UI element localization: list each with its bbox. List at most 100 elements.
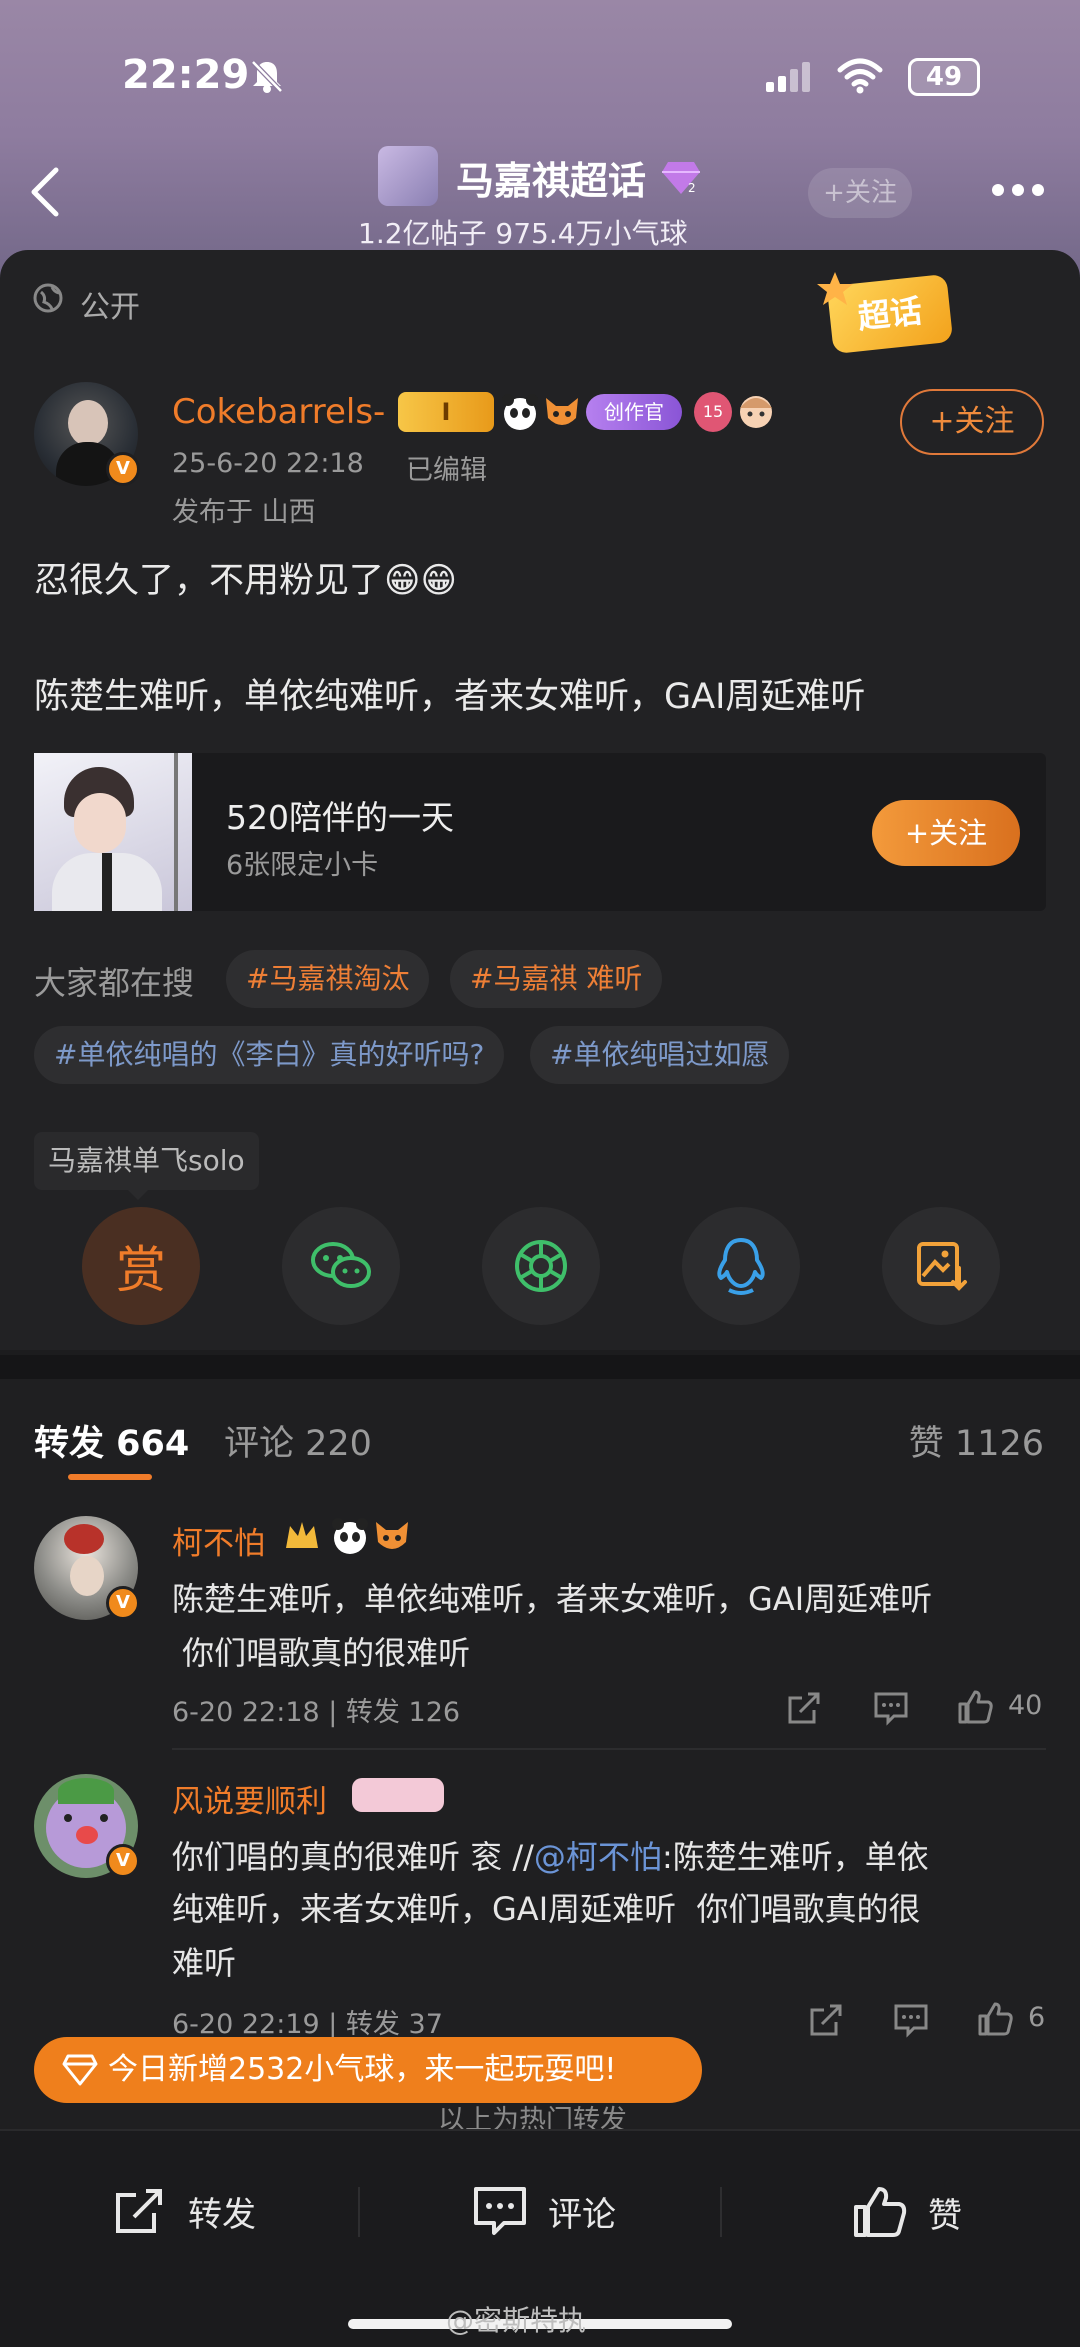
comment-separator [172, 1748, 1046, 1750]
bottom-comment-label: 评论 [548, 2194, 616, 2235]
repost-icon [116, 2189, 162, 2233]
comment-like-count: 6 [1028, 2002, 1046, 2033]
panda-icon [332, 1518, 368, 1554]
reward-button[interactable]: 赏 [82, 1207, 200, 1325]
bottom-repost-button[interactable]: 转发 [112, 2185, 256, 2237]
tab-comment[interactable]: 评论 220 [224, 1415, 372, 1466]
fox-icon [546, 398, 578, 425]
comment-meta: 6-20 22:19 | 转发 37 [172, 2009, 443, 2040]
bar-divider [720, 2187, 722, 2237]
supertopic-avatar [378, 146, 438, 206]
bottom-repost-label: 转发 [188, 2194, 256, 2235]
repost-icon[interactable] [786, 1690, 822, 1726]
status-time: 22:29 [122, 52, 250, 98]
verified-badge: V [106, 452, 140, 486]
section-divider [0, 1355, 1080, 1379]
topic-label[interactable]: 马嘉祺单飞solo [34, 1132, 259, 1190]
bottom-action-bar: 转发 评论 赞 @密斯特执 [0, 2129, 1080, 2347]
gem-icon: 2 [662, 162, 700, 195]
like-thumb-icon [854, 2187, 907, 2237]
comment-text: :陈楚生难听，单依 [661, 1838, 929, 1876]
diamond-icon [62, 2054, 98, 2086]
post-location: 发布于 山西 [172, 497, 316, 528]
promo-follow-button[interactable]: +关注 [872, 800, 1020, 866]
back-chevron-icon[interactable] [26, 164, 62, 220]
rank-badge: 15 [694, 392, 732, 432]
tab-bar: 转发 664 评论 220 赞 1126 [0, 1379, 1080, 1489]
like-thumb-icon[interactable] [956, 1688, 994, 1726]
wifi-icon [837, 58, 883, 94]
qq-penguin-icon [717, 1238, 765, 1295]
post-text-line-1: 忍很久了，不用粉见了😁😁 [34, 561, 457, 601]
comment-text-line-1: 你们唱的真的很难听 衮 //@柯不怕:陈楚生难听，单依 [172, 1832, 929, 1878]
moments-share-button[interactable] [482, 1207, 600, 1325]
svg-text:2: 2 [688, 181, 696, 195]
balloon-toast[interactable]: 今日新增2532小气球，来一起玩耍吧! [34, 2037, 702, 2103]
reward-label: 赏 [116, 1241, 166, 1299]
comment-text: 你们唱的真的很难听 衮 // [172, 1838, 534, 1876]
commenter-username[interactable]: 柯不怕 [172, 1518, 265, 1563]
save-image-button[interactable] [882, 1207, 1000, 1325]
globe-icon [33, 283, 63, 313]
hot-search-tag[interactable]: #马嘉祺淘汰 [226, 950, 430, 1008]
header-stats: 1.2亿帖子 975.4万小气球 [358, 217, 688, 250]
verified-badge: V [106, 1844, 140, 1878]
comment-text-line-2: 你们唱歌真的很难听 [172, 1634, 471, 1672]
author-follow-button[interactable]: +关注 [900, 389, 1044, 455]
tab-active-indicator [68, 1474, 152, 1480]
repost-icon[interactable] [808, 2002, 844, 2038]
comment-icon[interactable] [892, 2002, 930, 2038]
header-title: 马嘉祺超话 [456, 159, 647, 203]
tab-repost[interactable]: 转发 664 [34, 1415, 189, 1466]
creator-badge: 创作官 [586, 394, 682, 430]
header-follow-button[interactable]: +关注 [808, 168, 912, 218]
cartoon-face-icon [740, 396, 772, 428]
verified-badge: V [106, 1586, 140, 1620]
moments-aperture-icon [515, 1240, 567, 1292]
hot-search-tag[interactable]: #马嘉祺 难听 [450, 950, 663, 1008]
cellular-signal-icon [766, 62, 810, 92]
comment-icon[interactable] [872, 1690, 910, 1726]
user-mention-link[interactable]: @柯不怕 [534, 1838, 662, 1876]
hot-search-label: 大家都在搜 [34, 964, 195, 1002]
bottom-like-label: 赞 [928, 2195, 962, 2236]
bottom-comment-button[interactable]: 评论 [472, 2185, 616, 2237]
save-image-icon [917, 1242, 967, 1291]
qq-share-button[interactable] [682, 1207, 800, 1325]
comment-like-count: 40 [1008, 1690, 1043, 1721]
wechat-share-button[interactable] [282, 1207, 400, 1325]
hot-search-tag[interactable]: #单依纯唱的《李白》真的好听吗? [34, 1026, 505, 1084]
promo-thumbnail [34, 753, 192, 911]
visibility-label: 公开 [80, 290, 140, 325]
star-icon [817, 272, 853, 305]
post-text-line-2: 陈楚生难听，单依纯难听，者来女难听，GAI周延难听 [34, 677, 866, 717]
comment-meta: 6-20 22:18 | 转发 126 [172, 1697, 461, 1728]
level-badge: I [398, 392, 494, 432]
member-badge [352, 1778, 444, 1812]
comment-text-line-3: 难听 [172, 1944, 237, 1982]
comment-text-line-2: 纯难听，来者女难听，GAI周延难听 你们唱歌真的很 [172, 1890, 921, 1928]
promo-subtitle: 6张限定小卡 [226, 850, 379, 881]
bottom-like-button[interactable]: 赞 [852, 2185, 962, 2239]
commenter-username[interactable]: 风说要顺利 [172, 1776, 327, 1821]
promo-card[interactable]: 520陪伴的一天 6张限定小卡 +关注 [34, 753, 1046, 911]
watermark: @密斯特执 [446, 2304, 587, 2337]
more-menu-icon[interactable] [990, 182, 1046, 198]
panda-icon [502, 394, 538, 430]
post-username[interactable]: Cokebarrels- [172, 392, 385, 432]
battery-indicator: 49 [908, 58, 980, 96]
tooltip-arrow [124, 1186, 152, 1200]
comment-icon [474, 2187, 526, 2235]
tab-like[interactable]: 赞 1126 [909, 1415, 1044, 1466]
wechat-icon [311, 1242, 371, 1288]
comment-text-line-1: 陈楚生难听，单依纯难听，者来女难听，GAI周延难听 [172, 1580, 933, 1618]
bar-divider [358, 2187, 360, 2237]
post-timestamp: 25-6-20 22:18 [172, 448, 364, 479]
promo-title: 520陪伴的一天 [226, 798, 454, 837]
post-edited-label: 已编辑 [406, 455, 487, 486]
mute-bell-icon [251, 60, 283, 93]
crown-badge-icon [286, 1522, 318, 1548]
hot-search-tag[interactable]: #单依纯唱过如愿 [530, 1026, 790, 1084]
like-thumb-icon[interactable] [976, 2000, 1014, 2038]
fox-icon [376, 1522, 408, 1549]
